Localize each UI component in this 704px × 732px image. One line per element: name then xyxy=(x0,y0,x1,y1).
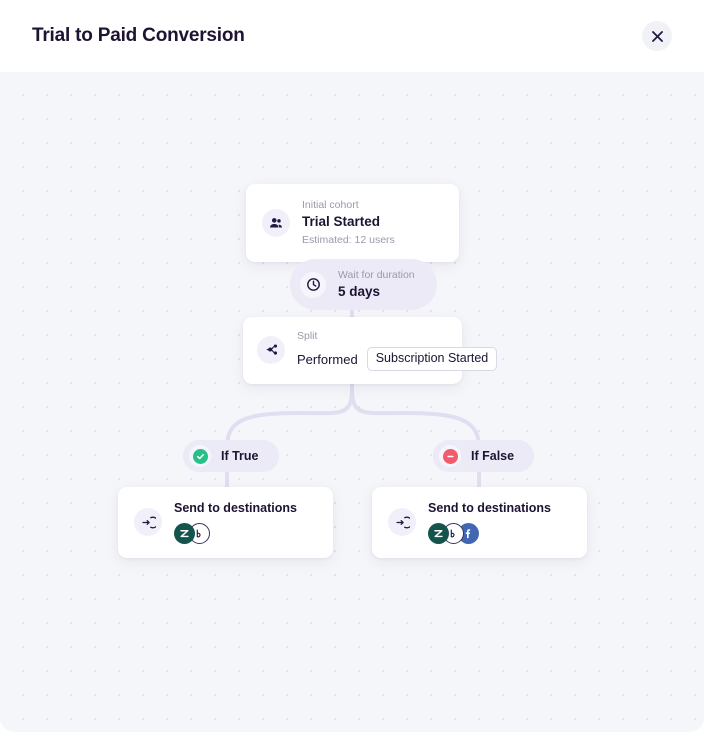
flow-connectors xyxy=(225,237,481,489)
minus-circle-icon xyxy=(439,445,461,467)
check-circle-icon xyxy=(189,445,211,467)
branch-label: If False xyxy=(471,449,515,463)
users-icon xyxy=(262,208,290,237)
page-title: Trial to Paid Conversion xyxy=(32,25,245,46)
node-send-to-destinations-false[interactable]: Send to destinations xyxy=(372,487,587,559)
node-text: Split Performed Subscription Started xyxy=(297,329,498,371)
destination-integration-list xyxy=(174,523,297,545)
branch-pill-false[interactable]: If False xyxy=(433,440,535,472)
modal-header: Trial to Paid Conversion xyxy=(0,0,704,72)
node-kicker: Split xyxy=(297,330,318,342)
branch-pill-true[interactable]: If True xyxy=(183,440,279,472)
close-button[interactable] xyxy=(642,21,672,51)
node-text: Wait for duration 5 days xyxy=(338,268,415,301)
node-branch-if-false[interactable]: If False xyxy=(433,440,535,472)
node-text: Send to destinations xyxy=(174,500,297,545)
node-kicker: Wait for duration xyxy=(338,269,415,281)
node-title: 5 days xyxy=(338,284,381,300)
send-to-icon xyxy=(388,508,416,537)
destination-integration-list xyxy=(428,523,551,545)
split-condition-row: Performed Subscription Started xyxy=(297,347,498,371)
send-to-icon xyxy=(134,508,162,537)
split-verb: Performed xyxy=(297,351,358,367)
node-kicker: Initial cohort xyxy=(302,199,359,211)
node-split[interactable]: Split Performed Subscription Started xyxy=(243,317,498,384)
branch-label: If True xyxy=(221,449,259,463)
node-estimate: Estimated: 12 users xyxy=(302,234,395,247)
node-text: Initial cohort Trial Started Estimated: … xyxy=(302,198,395,248)
flow-canvas[interactable]: Initial cohort Trial Started Estimated: … xyxy=(0,72,704,732)
workflow-modal: Trial to Paid Conversion Initial cohort … xyxy=(0,0,704,732)
split-condition-chip[interactable]: Subscription Started xyxy=(366,347,498,371)
destination-title: Send to destinations xyxy=(428,501,551,515)
destination-title: Send to destinations xyxy=(174,501,297,515)
node-send-to-destinations-true[interactable]: Send to destinations xyxy=(118,487,333,559)
split-branch-icon xyxy=(257,335,285,364)
node-initial-cohort[interactable]: Initial cohort Trial Started Estimated: … xyxy=(246,184,459,262)
node-text: Send to destinations xyxy=(428,500,551,545)
node-branch-if-true[interactable]: If True xyxy=(183,440,279,472)
node-wait-for-duration[interactable]: Wait for duration 5 days xyxy=(290,259,437,311)
close-icon xyxy=(651,30,663,42)
clock-icon xyxy=(300,271,326,298)
node-title: Trial Started xyxy=(302,214,381,230)
